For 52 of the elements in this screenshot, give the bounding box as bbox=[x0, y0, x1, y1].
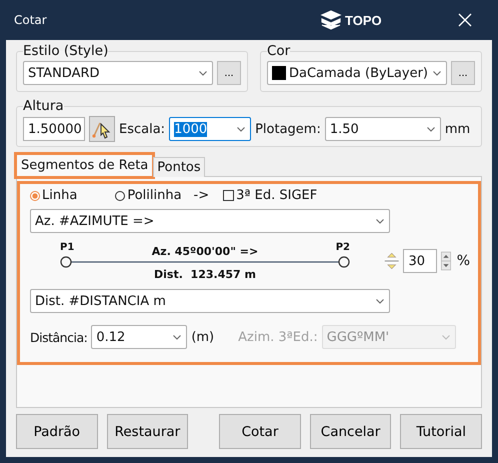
azimuth-label: Azim. 3ªEd.: bbox=[238, 330, 318, 344]
offset-field[interactable]: 30 bbox=[403, 249, 437, 273]
arrow-text: -> bbox=[194, 188, 210, 203]
chevron-icon bbox=[173, 334, 182, 340]
logo-text: TOPO bbox=[345, 12, 382, 28]
chevron-icon bbox=[426, 126, 435, 132]
scale-label: Escala: bbox=[119, 122, 166, 136]
group-label: Altura bbox=[23, 98, 64, 114]
point-label: P1 bbox=[60, 242, 74, 252]
window-title: Cotar bbox=[14, 13, 47, 27]
dialog-button[interactable]: Cotar bbox=[219, 414, 301, 449]
distance-dropdown[interactable]: 0.12 bbox=[91, 325, 188, 349]
unit-label: (m) bbox=[191, 330, 214, 344]
radio-button[interactable]: Linha bbox=[30, 188, 78, 203]
dialog-button[interactable]: Padrão bbox=[16, 414, 98, 449]
top-format-dropdown[interactable]: Az. #AZIMUTE => bbox=[30, 209, 390, 233]
pick-button[interactable] bbox=[89, 116, 115, 142]
plot-dropdown[interactable]: 1.50 bbox=[324, 117, 441, 141]
more-button[interactable]: ... bbox=[217, 61, 241, 85]
group-label: Cor bbox=[267, 43, 290, 59]
stacked-layers-icon bbox=[320, 9, 342, 31]
chevron-icon bbox=[237, 126, 246, 132]
dialog-button[interactable]: Tutorial bbox=[400, 414, 482, 449]
azimuth-preview: Az. 45º00'00" => bbox=[152, 244, 258, 258]
tab[interactable]: Segmentos de Reta bbox=[16, 154, 154, 177]
style-dropdown[interactable]: STANDARD bbox=[23, 61, 213, 85]
height-field[interactable]: 1.50000 bbox=[23, 117, 85, 141]
dialog-button[interactable]: Cancelar bbox=[310, 414, 392, 449]
chevron-icon bbox=[376, 218, 384, 224]
distance-preview: Dist. 123.457 m bbox=[154, 268, 256, 280]
vertical-offset-icon bbox=[384, 250, 400, 272]
chevron-icon bbox=[199, 70, 207, 76]
color-swatch-icon bbox=[272, 66, 286, 80]
plot-label: Plotagem: bbox=[255, 122, 321, 136]
more-button[interactable]: ... bbox=[451, 61, 475, 85]
distance-label: Distância: bbox=[30, 330, 88, 344]
checkbox[interactable]: 3ª Ed. SIGEF bbox=[223, 188, 318, 203]
spin-buttons[interactable] bbox=[440, 249, 451, 273]
bottom-format-dropdown[interactable]: Dist. #DISTANCIA m bbox=[30, 289, 390, 313]
chevron-icon bbox=[442, 334, 450, 340]
dialog-button[interactable]: Restaurar bbox=[106, 414, 188, 449]
scale-dropdown[interactable]: 1000 bbox=[169, 117, 252, 141]
tab[interactable]: Pontos bbox=[153, 157, 205, 177]
chevron-icon bbox=[433, 70, 441, 76]
chevron-icon bbox=[376, 298, 384, 304]
color-dropdown[interactable]: DaCamada (ByLayer) bbox=[267, 61, 447, 85]
unit-label: mm bbox=[444, 122, 470, 136]
point-label: P2 bbox=[336, 242, 350, 252]
group-label: Estilo (Style) bbox=[23, 43, 108, 59]
radio-button[interactable]: Polilinha bbox=[115, 188, 182, 203]
close-icon[interactable] bbox=[458, 13, 472, 27]
percent-label: % bbox=[456, 253, 470, 269]
